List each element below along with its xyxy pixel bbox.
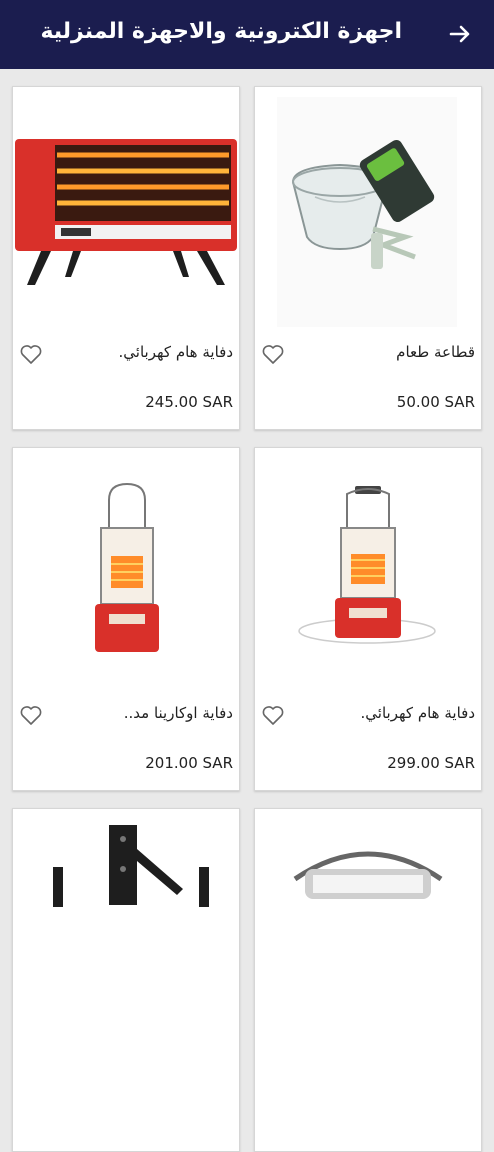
product-image: [13, 87, 239, 332]
product-name[interactable]: دفاية هام كهربائي.: [53, 343, 233, 361]
product-card[interactable]: دفاية هام كهربائي. 299.00 SAR: [254, 447, 482, 791]
product-name[interactable]: قطاعة طعام: [295, 343, 475, 361]
product-price: 201.00 SAR: [145, 754, 233, 772]
product-card[interactable]: دفاية هام كهربائي. 245.00 SAR: [12, 86, 240, 430]
heart-icon[interactable]: [261, 704, 285, 726]
product-card[interactable]: قطاعة طعام 50.00 SAR: [254, 86, 482, 430]
product-card[interactable]: [254, 808, 482, 1152]
product-name[interactable]: دفاية هام كهربائي.: [295, 704, 475, 722]
product-price: 50.00 SAR: [396, 393, 475, 411]
kerosene-heater-illustration: [298, 486, 436, 644]
arrow-right-icon[interactable]: [448, 22, 472, 46]
product-image: [255, 87, 481, 332]
heart-icon[interactable]: [19, 343, 43, 365]
kerosene-heater-illustration: [95, 482, 159, 652]
heart-icon[interactable]: [19, 704, 43, 726]
product-image: [255, 448, 481, 693]
product-card[interactable]: دفاية اوكارينا مد.. 201.00 SAR: [12, 447, 240, 791]
product-image: [13, 448, 239, 693]
product-price: 245.00 SAR: [145, 393, 233, 411]
product-image: [13, 809, 239, 1054]
page-title: اجهزة الكترونية والاجهزة المنزلية: [40, 19, 402, 44]
product-grid: قطاعة طعام 50.00 SAR دفاية هام كهربائي. …: [0, 69, 494, 1152]
tv-wall-mount-illustration: [53, 825, 209, 907]
product-name[interactable]: دفاية اوكارينا مد..: [53, 704, 233, 722]
lantern-heater-illustration: [293, 851, 443, 899]
heart-icon[interactable]: [261, 343, 285, 365]
product-image: [255, 809, 481, 1054]
app-header: اجهزة الكترونية والاجهزة المنزلية: [0, 0, 494, 69]
electric-heater-illustration: [15, 139, 237, 285]
product-price: 299.00 SAR: [387, 754, 475, 772]
product-card[interactable]: [12, 808, 240, 1152]
